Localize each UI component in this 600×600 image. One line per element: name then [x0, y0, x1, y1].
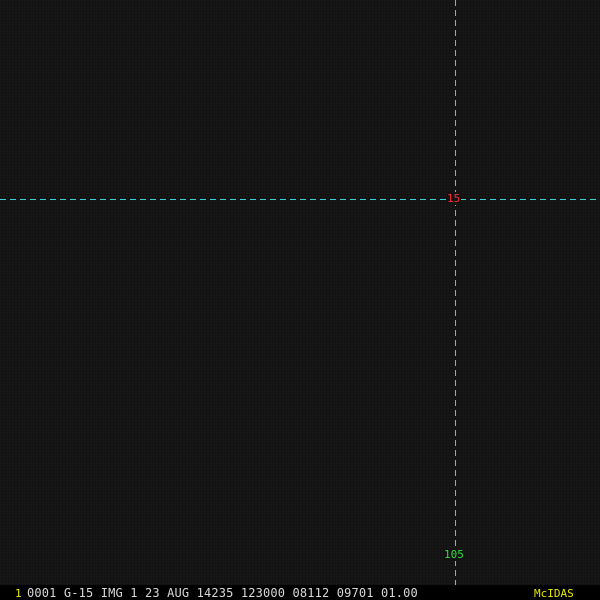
frame-number[interactable]: 1: [15, 586, 22, 600]
latitude-label: 15: [446, 192, 462, 205]
longitude-label: 105: [443, 548, 465, 561]
mcidas-brand-label: McIDAS: [534, 587, 574, 600]
image-info-text: 0001 G-15 IMG 1 23 AUG 14235 123000 0811…: [27, 586, 418, 600]
image-viewport[interactable]: 15 105: [0, 0, 600, 600]
lat-lon-grid: [0, 0, 600, 585]
status-bar: 1 0001 G-15 IMG 1 23 AUG 14235 123000 08…: [0, 585, 600, 600]
